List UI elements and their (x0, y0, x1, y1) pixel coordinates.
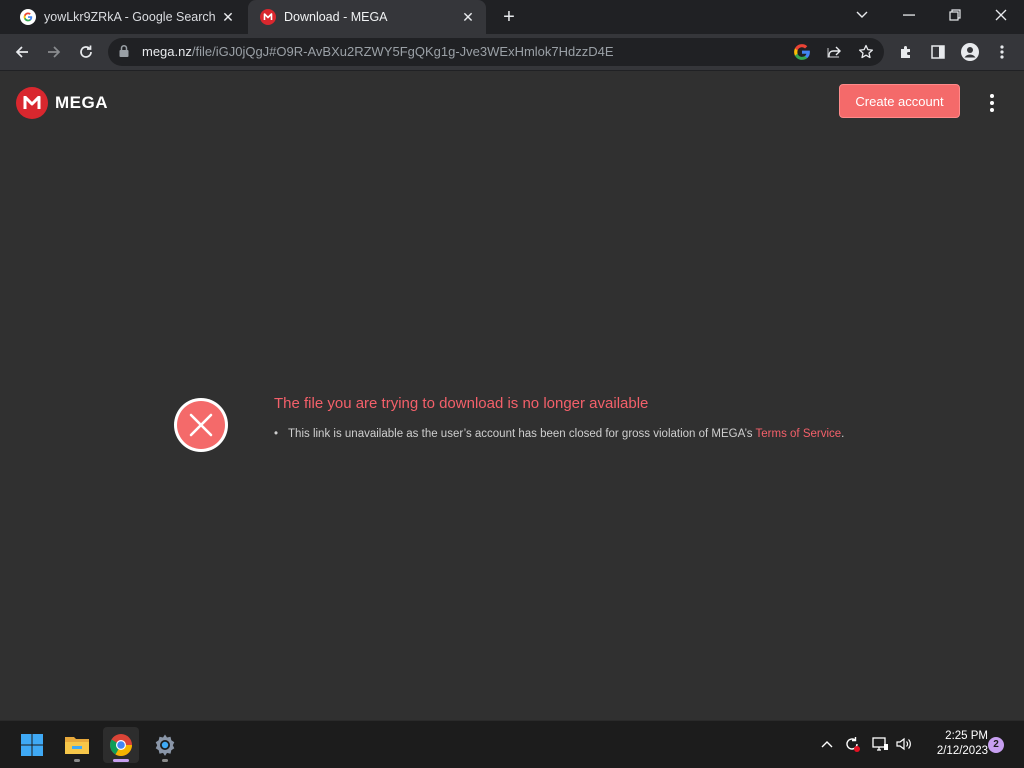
vertical-dots-icon (1000, 45, 1004, 59)
sync-status[interactable] (841, 733, 863, 755)
taskbar: 2:25 PM 2/12/2023 2 (0, 720, 1024, 768)
taskbar-file-explorer[interactable] (59, 727, 95, 763)
error-details: This link is unavailable as the user’s a… (274, 428, 844, 440)
share-icon (827, 46, 841, 58)
restore-button[interactable] (935, 0, 975, 30)
url-text: mega.nz/file/iGJ0jQgJ#O9R-AvBXu2RZWY5FgQ… (142, 38, 614, 66)
tab-mega-download[interactable]: Download - MEGA ✕ (248, 0, 486, 34)
forward-arrow-icon (48, 46, 61, 58)
reload-icon (80, 45, 92, 58)
google-lens-button[interactable] (790, 40, 814, 64)
error-title: The file you are trying to download is n… (274, 395, 649, 412)
forward-button[interactable] (42, 40, 66, 64)
clock-time: 2:25 PM (945, 730, 988, 742)
taskbar-settings[interactable] (147, 727, 183, 763)
tab-google-search[interactable]: yowLkr9ZRkA - Google Search ✕ (0, 0, 246, 34)
active-indicator (113, 759, 129, 762)
chevron-up-icon (821, 741, 833, 748)
running-indicator (74, 759, 80, 762)
lock-icon[interactable] (118, 44, 130, 58)
error-detail-period: . (841, 428, 845, 440)
back-button[interactable] (10, 40, 34, 64)
running-indicator (162, 759, 168, 762)
mega-icon (260, 9, 276, 25)
notification-badge[interactable]: 2 (988, 737, 1004, 753)
puzzle-icon (901, 46, 910, 58)
url-path: /file/iGJ0jQgJ#O9R-AvBXu2RZWY5FgQKg1g-Jv… (191, 44, 614, 59)
error-detail-text: This link is unavailable as the user’s a… (288, 428, 756, 440)
volume-control[interactable] (893, 733, 915, 755)
tab-title: yowLkr9ZRkA - Google Search (44, 10, 216, 24)
close-tab-icon[interactable]: ✕ (460, 9, 476, 25)
profile-icon (961, 43, 979, 61)
back-arrow-icon (15, 46, 28, 58)
tab-search-button[interactable] (842, 0, 882, 30)
new-tab-button[interactable]: + (498, 6, 520, 28)
restore-icon (949, 9, 961, 21)
address-bar[interactable]: mega.nz/file/iGJ0jQgJ#O9R-AvBXu2RZWY5FgQ… (108, 38, 884, 66)
error-icon (174, 398, 228, 452)
reload-button[interactable] (74, 40, 98, 64)
mega-m-icon (23, 96, 41, 109)
mega-logo[interactable]: MEGA (16, 87, 108, 119)
extensions-button[interactable] (894, 40, 918, 64)
close-window-button[interactable] (981, 0, 1021, 30)
profile-button[interactable] (958, 40, 982, 64)
clock-date: 2/12/2023 (936, 745, 988, 757)
network-icon (872, 737, 888, 751)
browser-menu-button[interactable] (990, 40, 1014, 64)
close-icon (995, 9, 1007, 21)
mega-logo-text: MEGA (55, 93, 108, 112)
mega-logo-mark (16, 87, 48, 119)
error-detail-item: This link is unavailable as the user’s a… (274, 428, 844, 440)
star-icon (858, 44, 874, 59)
show-hidden-icons-button[interactable] (816, 733, 838, 755)
chevron-down-icon (856, 11, 868, 18)
minimize-icon (903, 14, 915, 16)
settings-icon (155, 734, 175, 756)
chrome-icon (110, 734, 132, 756)
terms-of-service-link[interactable]: Terms of Service (756, 428, 842, 440)
bookmark-button[interactable] (854, 40, 878, 64)
volume-icon (896, 737, 911, 751)
share-button[interactable] (822, 40, 846, 64)
windows-start-icon (21, 734, 43, 756)
browser-toolbar: mega.nz/file/iGJ0jQgJ#O9R-AvBXu2RZWY5FgQ… (0, 34, 1024, 71)
taskbar-chrome[interactable] (103, 727, 139, 763)
network-status[interactable] (869, 733, 891, 755)
side-panel-icon (931, 45, 945, 59)
create-account-button[interactable]: Create account (839, 84, 960, 118)
minimize-button[interactable] (889, 0, 929, 30)
file-explorer-icon (65, 737, 89, 754)
google-icon (794, 44, 810, 60)
menu-button[interactable] (982, 91, 1002, 115)
start-button[interactable] (14, 727, 50, 763)
close-tab-icon[interactable]: ✕ (220, 9, 236, 25)
tab-strip: yowLkr9ZRkA - Google Search ✕ Download -… (0, 0, 1024, 34)
side-panel-button[interactable] (926, 40, 950, 64)
mega-page: MEGA Create account The file you are try… (0, 71, 1024, 720)
sync-icon (846, 737, 860, 752)
tab-title: Download - MEGA (284, 10, 388, 24)
google-icon (20, 9, 36, 25)
system-clock[interactable]: 2:25 PM 2/12/2023 (922, 729, 988, 759)
url-host: mega.nz (142, 44, 192, 59)
